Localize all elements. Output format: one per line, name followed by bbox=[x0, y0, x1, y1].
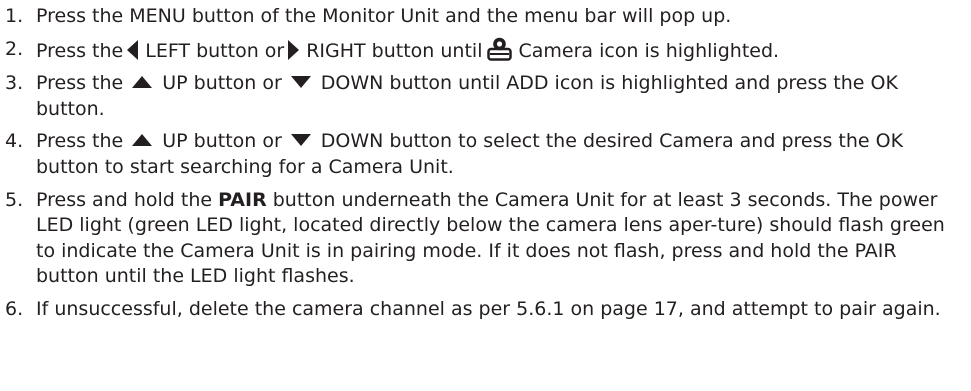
step-number: 5. bbox=[5, 188, 24, 211]
step-text: Press the UP button or DOWN button to sele… bbox=[36, 129, 971, 180]
list-item: 2. Press the LEFT button or RIGHT button u… bbox=[0, 37, 971, 65]
step-text-part: Press the bbox=[36, 72, 124, 95]
left-arrow-icon bbox=[127, 39, 139, 60]
up-arrow-icon bbox=[132, 76, 153, 89]
right-arrow-icon bbox=[288, 39, 300, 60]
step-text: If unsuccessful, delete the camera chann… bbox=[36, 297, 941, 320]
list-item: 5. Press and hold the PAIR button undern… bbox=[0, 188, 971, 290]
instruction-list: 1. Press the MENU button of the Monitor … bbox=[0, 0, 971, 323]
step-number: 2. bbox=[5, 37, 24, 60]
step-text: Press the UP button or DOWN button until A… bbox=[36, 71, 971, 122]
step-text-part: Press and hold the bbox=[36, 188, 213, 211]
step-text: Press the MENU button of the Monitor Uni… bbox=[36, 5, 732, 27]
step-text-part: LEFT button or bbox=[145, 39, 285, 62]
list-item: 1. Press the MENU button of the Monitor … bbox=[0, 4, 971, 30]
list-item: 3. Press the UP button or DOWN button unti… bbox=[0, 71, 971, 122]
down-arrow-icon bbox=[290, 76, 311, 89]
list-item: 6. If unsuccessful, delete the camera ch… bbox=[0, 297, 971, 323]
step-text-part: UP button or bbox=[162, 130, 282, 153]
step-text-part: Press the bbox=[36, 130, 124, 153]
camera-icon bbox=[487, 37, 513, 61]
step-text: Press and hold the PAIR button underneat… bbox=[36, 188, 971, 290]
pair-keyword: PAIR bbox=[218, 188, 267, 211]
step-text-part: Camera icon is highlighted. bbox=[518, 39, 780, 62]
step-number: 4. bbox=[5, 130, 24, 153]
step-number: 6. bbox=[5, 297, 24, 320]
list-item: 4. Press the UP button or DOWN button to s… bbox=[0, 129, 971, 180]
up-arrow-icon bbox=[132, 134, 153, 147]
step-text-part: RIGHT button until bbox=[306, 39, 483, 62]
down-arrow-icon bbox=[290, 134, 311, 147]
step-text: Press the LEFT button or RIGHT button unti… bbox=[36, 37, 971, 65]
step-number: 1. bbox=[5, 5, 24, 27]
step-text-part: Press the bbox=[36, 39, 124, 62]
step-number: 3. bbox=[5, 72, 24, 95]
step-text-part: UP button or bbox=[162, 72, 282, 95]
